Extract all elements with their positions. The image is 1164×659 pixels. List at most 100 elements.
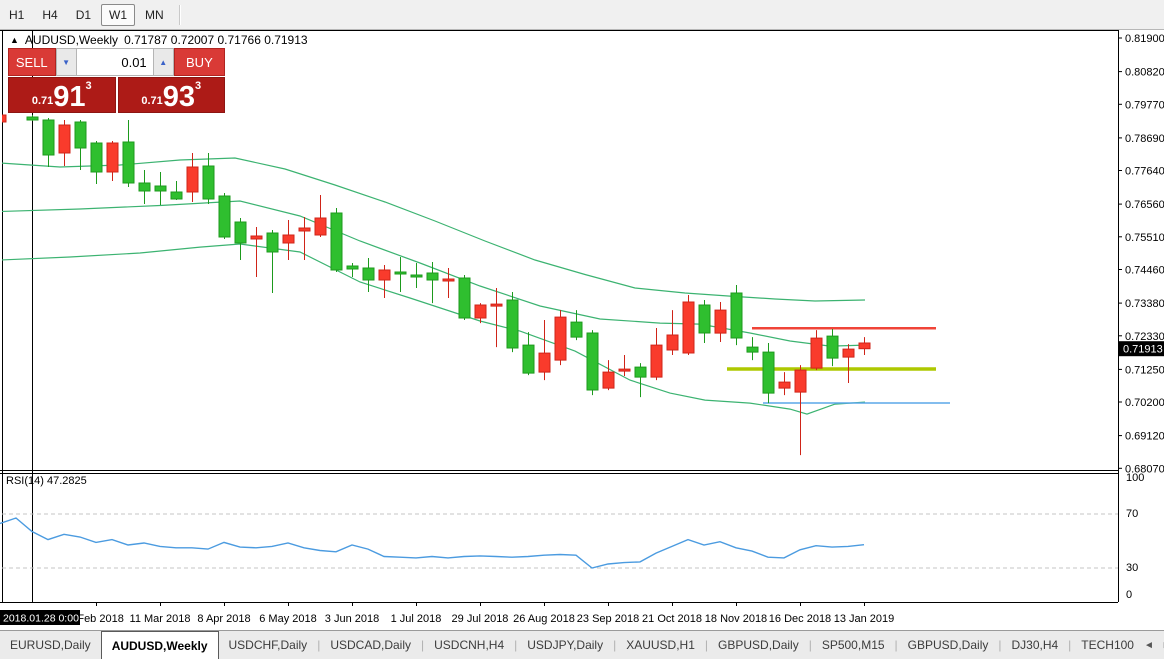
chart-ohlc-values: 0.71787 0.72007 0.71766 0.71913 [124,33,308,47]
svg-text:2018.01.28 0:00: 2018.01.28 0:00 [3,613,79,625]
candle-down [651,328,662,380]
one-click-trade-panel: SELL ▼ ▲ BUY 0.71 91 3 0.71 93 3 [8,48,225,113]
price-axis-label: 0.80820 [1125,67,1164,79]
lot-size-input[interactable] [77,48,153,76]
candle-up [747,337,758,360]
candle-down [0,115,6,122]
candle-up [123,120,134,187]
timeframe-button-h4[interactable]: H4 [34,4,65,26]
candle-up [587,330,598,395]
buy-price-pipette: 3 [195,80,201,92]
candle-up [459,275,470,320]
candle-up [203,153,214,204]
date-axis-label: 16 Dec 2018 [769,613,831,625]
chart-tab-usdcad-daily[interactable]: USDCAD,Daily [320,631,421,659]
sell-price-prefix: 0.71 [32,95,53,107]
timeframe-button-w1[interactable]: W1 [101,4,135,26]
timeframe-button-h1[interactable]: H1 [1,4,32,26]
price-axis-label: 0.73380 [1125,298,1164,310]
selected-date-tag: 2018.01.28 0:00 [0,610,80,625]
date-axis-label: 3 Jun 2018 [325,613,379,625]
date-axis-label: 23 Sep 2018 [577,613,639,625]
candle-up [43,118,54,167]
date-axis-label: 29 Jul 2018 [452,613,509,625]
date-axis-label: 18 Nov 2018 [705,613,767,625]
price-axis-label: 0.78690 [1125,133,1164,145]
candle-down [251,227,262,277]
candle-up [395,257,406,292]
chart-tab-tech100[interactable]: TECH100 [1071,631,1144,659]
rsi-indicator-label: RSI(14) 47.2825 [6,475,87,487]
candle-down [299,217,310,260]
price-axis-label: 0.76560 [1125,199,1164,211]
lot-decrease-icon[interactable]: ▼ [56,48,77,76]
candle-up [507,292,518,352]
svg-text:0.71913: 0.71913 [1123,344,1163,356]
candle-up [171,181,182,200]
candle-up [235,218,246,260]
date-axis-label: 26 Aug 2018 [513,613,575,625]
chart-tab-audusd-weekly[interactable]: AUDUSD,Weekly [101,631,219,659]
lot-increase-icon[interactable]: ▲ [153,48,174,76]
sell-quote-box[interactable]: 0.71 91 3 [8,77,116,113]
timeframe-button-d1[interactable]: D1 [68,4,99,26]
toolbar-separator [179,5,181,25]
price-axis-label: 0.72330 [1125,331,1164,343]
buy-quote-box[interactable]: 0.71 93 3 [118,77,226,113]
candle-up [347,263,358,277]
date-axis-label: 21 Oct 2018 [642,613,702,625]
candle-down [107,141,118,181]
price-axis-label: 0.79770 [1125,99,1164,111]
rsi-line [0,518,864,568]
tab-scroll-left-icon[interactable]: ◄ [1144,640,1154,651]
rsi-panel[interactable]: RSI(14) 47.282510070300 [0,472,1144,601]
buy-button[interactable]: BUY [174,48,225,76]
candle-down [315,195,326,237]
candle-down [683,295,694,355]
candle-up [635,363,646,397]
price-axis-label: 0.71250 [1125,364,1164,376]
rsi-axis-label: 0 [1126,589,1132,601]
candle-up [427,262,438,303]
collapse-marker-icon[interactable]: ▲ [10,35,19,45]
chart-tab-usdcnh-h4[interactable]: USDCNH,H4 [424,631,514,659]
price-axis-label: 0.70200 [1125,397,1164,409]
candle-up [699,300,710,343]
chart-tab-eurusd-daily[interactable]: EURUSD,Daily [0,631,101,659]
chart-tab-sp500-m15[interactable]: SP500,M15 [812,631,895,659]
chart-tab-gbpusd-daily[interactable]: GBPUSD,Daily [898,631,999,659]
candle-down [859,337,870,355]
date-axis-label: 11 Mar 2018 [130,613,191,625]
date-axis: 1 Feb 201811 Mar 20188 Apr 20186 May 201… [68,602,894,625]
candle-up [363,258,374,292]
price-axis-label: 0.69120 [1125,431,1164,443]
candle-down [555,310,566,365]
chart-tab-usdjpy-daily[interactable]: USDJPY,Daily [517,631,613,659]
chart-tab-usdchf-daily[interactable]: USDCHF,Daily [219,631,318,659]
candle-down [715,302,726,342]
rsi-axis-label: 30 [1126,562,1138,574]
candle-up [523,332,534,375]
candle-up [155,172,166,205]
buy-price-prefix: 0.71 [141,95,162,107]
price-axis: 0.819000.808200.797700.786900.776400.765… [1118,33,1164,475]
candlesticks [0,115,870,455]
candle-down [795,365,806,455]
chart-tab-xauusd-h1[interactable]: XAUUSD,H1 [616,631,705,659]
price-axis-label: 0.77640 [1125,166,1164,178]
sell-button[interactable]: SELL [8,48,56,76]
rsi-axis-label: 70 [1126,508,1138,520]
candle-up [75,120,86,170]
sell-price-big: 91 [53,84,85,110]
candle-down [843,344,854,383]
candle-down [603,360,614,390]
timeframe-button-mn[interactable]: MN [137,4,172,26]
candle-up [411,263,422,288]
price-axis-label: 0.75510 [1125,232,1164,244]
chart-tab-dj30-h4[interactable]: DJ30,H4 [1001,631,1068,659]
date-axis-label: 6 May 2018 [259,613,316,625]
chart-tab-gbpusd-daily[interactable]: GBPUSD,Daily [708,631,809,659]
main-price-panel[interactable] [0,115,950,455]
candle-down [539,320,550,380]
chart-symbol-title: AUDUSD,Weekly [25,33,118,47]
